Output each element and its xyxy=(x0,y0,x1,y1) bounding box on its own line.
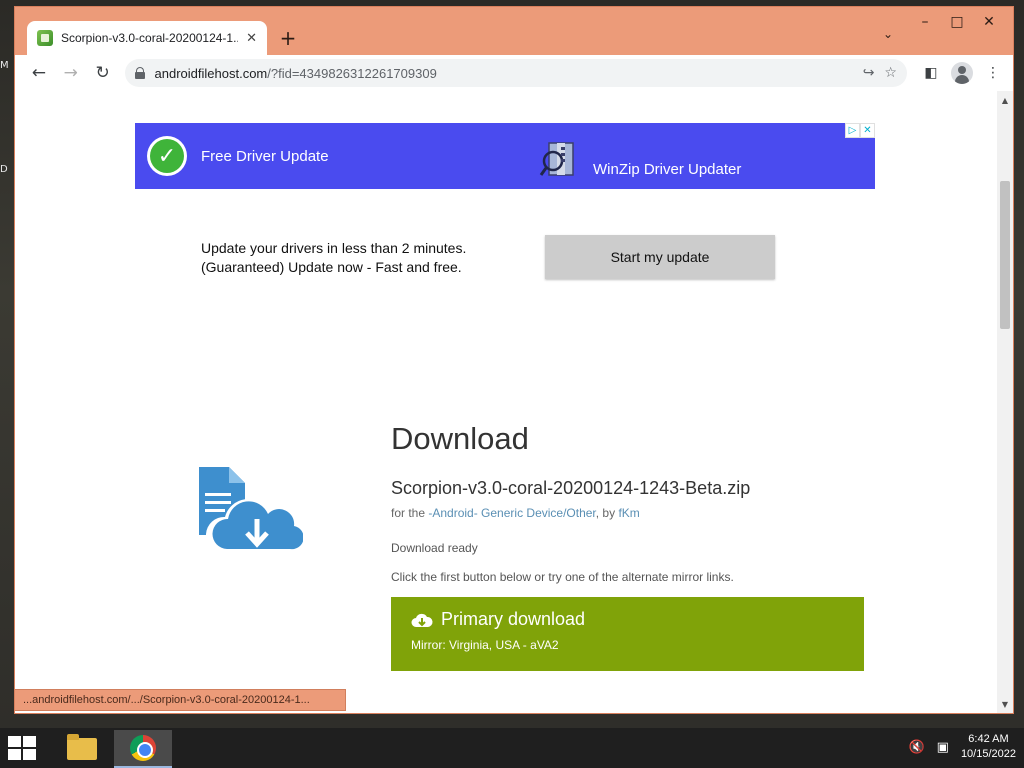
ad-headline: Free Driver Update xyxy=(201,147,329,165)
clock-date: 10/15/2022 xyxy=(960,748,1016,760)
primary-download-label: Primary download xyxy=(441,609,586,629)
ad-brand: WinZip Driver Updater xyxy=(593,161,742,178)
tab-search-icon[interactable]: ⌄ xyxy=(883,27,893,41)
browser-window: – □ ✕ Scorpion-v3.0-coral-20200124-1.. ✕… xyxy=(14,6,1014,714)
primary-mirror: Mirror: Virginia, USA - aVA2 xyxy=(411,638,559,652)
download-hint: Click the first button below or try one … xyxy=(391,570,734,584)
cloud-download-icon xyxy=(411,613,433,627)
check-icon: ✓ xyxy=(147,136,187,176)
system-tray: 🔇 ▣ 6:42 AM 10/15/2022 xyxy=(908,732,1016,762)
url-path: /?fid=4349826312261709309 xyxy=(267,65,437,81)
browser-tab[interactable]: Scorpion-v3.0-coral-20200124-1.. ✕ xyxy=(27,21,267,55)
ad-copy: Update your drivers in less than 2 minut… xyxy=(201,239,466,277)
scroll-down-icon[interactable]: ▼ xyxy=(997,697,1013,711)
address-bar[interactable]: androidfilehost.com/?fid=434982631226170… xyxy=(124,59,907,87)
url-host: androidfilehost.com xyxy=(154,65,268,81)
side-panel-icon[interactable]: ◧ xyxy=(919,61,943,85)
meta-prefix: for the xyxy=(391,506,429,520)
profile-avatar-icon[interactable] xyxy=(950,62,973,84)
primary-download-title: Primary download xyxy=(411,609,844,630)
menu-kebab-icon[interactable]: ⋮ xyxy=(981,61,1005,85)
ad-close-icon[interactable]: ✕ xyxy=(860,123,875,138)
forward-button[interactable]: → xyxy=(55,59,87,87)
share-icon[interactable]: ↪ xyxy=(863,65,875,81)
network-icon[interactable]: ▣ xyxy=(937,740,949,755)
ad-banner[interactable]: ✓ Free Driver Update WinZip Driver Updat… xyxy=(135,123,875,189)
window-controls: – □ ✕ xyxy=(909,11,1005,33)
url-text[interactable]: androidfilehost.com/?fid=434982631226170… xyxy=(155,66,853,81)
back-button[interactable]: ← xyxy=(23,59,55,87)
ad-badges: ▷ ✕ xyxy=(845,123,875,138)
file-meta: for the -Android- Generic Device/Other, … xyxy=(391,506,640,520)
meta-by: , by xyxy=(595,506,619,520)
clock[interactable]: 6:42 AM 10/15/2022 xyxy=(961,732,1016,762)
windows-start-icon[interactable] xyxy=(8,736,36,760)
file-name: Scorpion-v3.0-coral-20200124-1243-Beta.z… xyxy=(391,478,751,498)
site-favicon-icon xyxy=(37,30,53,46)
bookmark-star-icon[interactable]: ☆ xyxy=(884,65,897,81)
adchoices-icon[interactable]: ▷ xyxy=(845,123,860,138)
volume-muted-icon[interactable]: 🔇 xyxy=(908,740,924,755)
toolbar-actions: ◧ ⋮ xyxy=(919,61,1005,85)
ad-copy-line: (Guaranteed) Update now - Fast and free. xyxy=(201,259,462,275)
file-explorer-taskbar-button[interactable] xyxy=(58,732,106,766)
device-link[interactable]: -Android- Generic Device/Other xyxy=(428,506,595,520)
desktop-icon-label: M xyxy=(0,60,9,71)
scroll-up-icon[interactable]: ▲ xyxy=(997,93,1013,107)
winzip-logo-icon xyxy=(539,142,574,176)
author-link[interactable]: fKm xyxy=(618,506,639,520)
browser-toolbar: ← → ↻ androidfilehost.com/?fid=434982631… xyxy=(15,55,1013,91)
chrome-icon xyxy=(130,735,156,761)
file-download-icon xyxy=(199,467,303,554)
desktop-icon-label: D xyxy=(0,164,8,175)
lock-icon[interactable] xyxy=(134,67,145,79)
new-tab-button[interactable]: + xyxy=(275,25,301,51)
taskbar: 🔇 ▣ 6:42 AM 10/15/2022 xyxy=(0,728,1024,768)
reload-button[interactable]: ↻ xyxy=(87,59,119,87)
tab-close-icon[interactable]: ✕ xyxy=(246,31,257,46)
clock-time: 6:42 AM xyxy=(968,733,1009,745)
start-update-button[interactable]: Start my update xyxy=(545,235,775,279)
folder-icon xyxy=(67,734,97,760)
chrome-taskbar-button[interactable] xyxy=(114,730,172,768)
download-status: Download ready xyxy=(391,541,478,555)
primary-download-button[interactable]: Primary download Mirror: Virginia, USA -… xyxy=(391,597,864,671)
close-window-button[interactable]: ✕ xyxy=(973,11,1005,33)
link-status-bubble: ...androidfilehost.com/.../Scorpion-v3.0… xyxy=(15,689,346,711)
ad-copy-line: Update your drivers in less than 2 minut… xyxy=(201,240,467,256)
page-scrollbar[interactable]: ▲ ▼ xyxy=(997,91,1013,713)
page-viewport: ✓ Free Driver Update WinZip Driver Updat… xyxy=(15,91,1013,713)
download-heading: Download xyxy=(391,421,529,456)
scroll-thumb[interactable] xyxy=(1000,181,1010,329)
maximize-button[interactable]: □ xyxy=(941,11,973,33)
minimize-button[interactable]: – xyxy=(909,11,941,33)
tab-title: Scorpion-v3.0-coral-20200124-1.. xyxy=(61,31,239,45)
